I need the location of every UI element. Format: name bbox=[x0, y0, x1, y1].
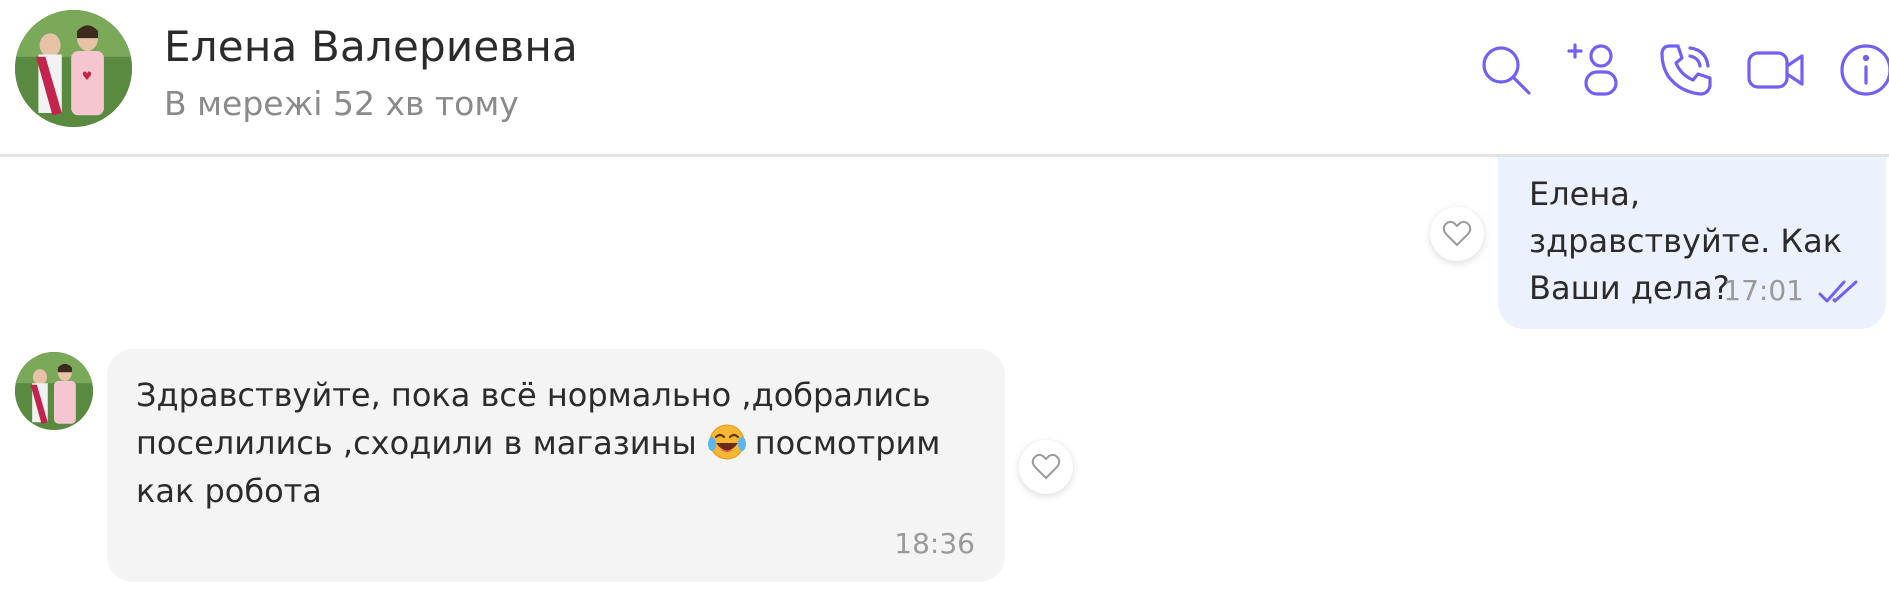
message-text: Здравствуйте, пока всё нормально ,добрал… bbox=[136, 371, 986, 515]
like-reaction-button[interactable] bbox=[1430, 207, 1484, 261]
like-reaction-button[interactable] bbox=[1019, 440, 1073, 494]
heart-icon bbox=[1442, 220, 1472, 247]
message-time: 17:01 bbox=[1723, 274, 1804, 307]
svg-text:♥: ♥ bbox=[82, 69, 92, 83]
incoming-message-bubble[interactable]: Здравствуйте, пока всё нормально ,добрал… bbox=[107, 349, 1005, 582]
double-check-icon bbox=[1818, 280, 1858, 303]
info-icon[interactable] bbox=[1836, 40, 1889, 100]
chat-header: ♥ Елена Валериевна В мережі 52 хв тому bbox=[0, 0, 1889, 157]
contact-name[interactable]: Елена Валериевна bbox=[164, 22, 578, 71]
call-icon[interactable] bbox=[1656, 40, 1716, 100]
add-contact-icon[interactable] bbox=[1565, 40, 1625, 100]
face-with-tears-of-joy-emoji-icon bbox=[707, 424, 746, 460]
outgoing-message-bubble[interactable]: Елена, здравствуйте. Как Ваши дела? 17:0… bbox=[1498, 157, 1886, 329]
message-time: 18:36 bbox=[894, 527, 975, 560]
video-call-icon[interactable] bbox=[1746, 40, 1806, 100]
search-icon[interactable] bbox=[1476, 40, 1536, 100]
contact-avatar[interactable]: ♥ bbox=[15, 10, 132, 127]
heart-icon bbox=[1031, 453, 1061, 480]
contact-status: В мережі 52 хв тому bbox=[164, 84, 519, 123]
sender-avatar[interactable] bbox=[15, 352, 93, 430]
